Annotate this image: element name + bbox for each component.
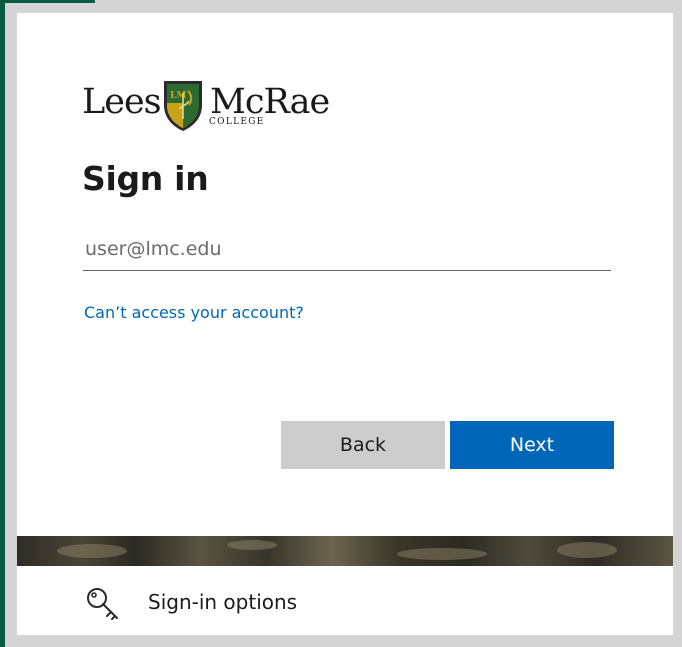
- email-field[interactable]: [83, 227, 611, 271]
- background-edge: [0, 0, 5, 647]
- key-icon: [87, 588, 118, 620]
- college-shield-icon: LM: [164, 81, 202, 131]
- next-button[interactable]: Next: [450, 421, 614, 469]
- cant-access-account-link[interactable]: Can’t access your account?: [84, 303, 304, 322]
- back-button[interactable]: Back: [281, 421, 445, 469]
- background-edge-top: [0, 0, 95, 3]
- signin-options-button[interactable]: Sign-in options: [17, 566, 673, 635]
- logo-subtext: COLLEGE: [209, 117, 265, 127]
- shield-letters: LM: [170, 91, 186, 101]
- lees-mcrae-logo: Lees LM McRae COLLEGE: [82, 79, 342, 135]
- campus-banner-image: [17, 536, 673, 566]
- signin-options-label: Sign-in options: [148, 590, 298, 614]
- page-title: Sign in: [82, 159, 209, 198]
- signin-card: Lees LM McRae COLLEGE Sign in Can’t acce…: [17, 13, 673, 635]
- logo-word-lees: Lees: [82, 82, 162, 122]
